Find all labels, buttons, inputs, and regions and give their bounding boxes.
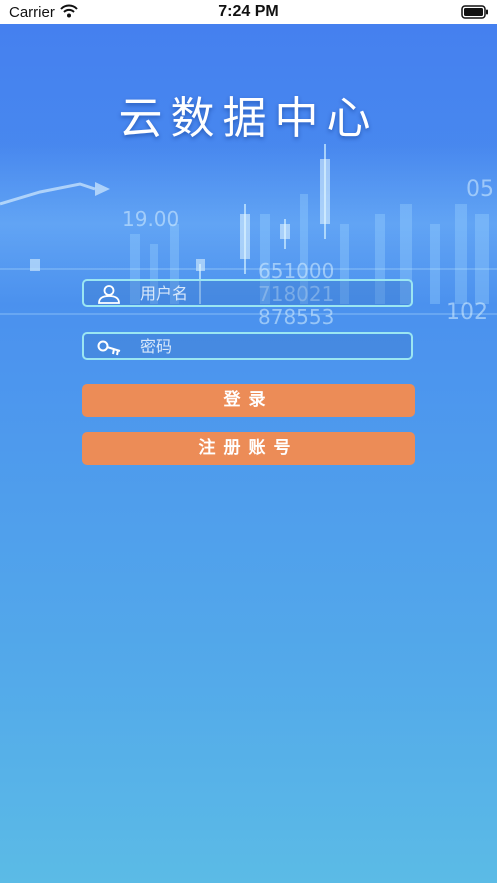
app-title: 云数据中心 [118, 93, 379, 144]
user-icon [98, 285, 120, 304]
login-screen: 19.00 651000 718021 878553 05 102 云数据中心 … [0, 24, 497, 883]
battery-icon [461, 5, 488, 19]
status-time: 7:24 PM [218, 3, 279, 20]
status-bar: Carrier 7:24 PM [0, 0, 497, 24]
bg-number: 19.00 [122, 207, 179, 231]
bg-number: 102 [446, 300, 488, 325]
bg-number: 878553 [258, 305, 334, 329]
password-input[interactable] [140, 334, 400, 358]
key-icon [97, 340, 121, 356]
login-button[interactable]: 登录 [82, 384, 415, 417]
password-field[interactable] [82, 332, 413, 360]
username-input[interactable] [140, 281, 400, 305]
bg-number: 05 [466, 177, 494, 202]
username-field[interactable] [82, 279, 413, 307]
register-button[interactable]: 注册账号 [82, 432, 415, 465]
